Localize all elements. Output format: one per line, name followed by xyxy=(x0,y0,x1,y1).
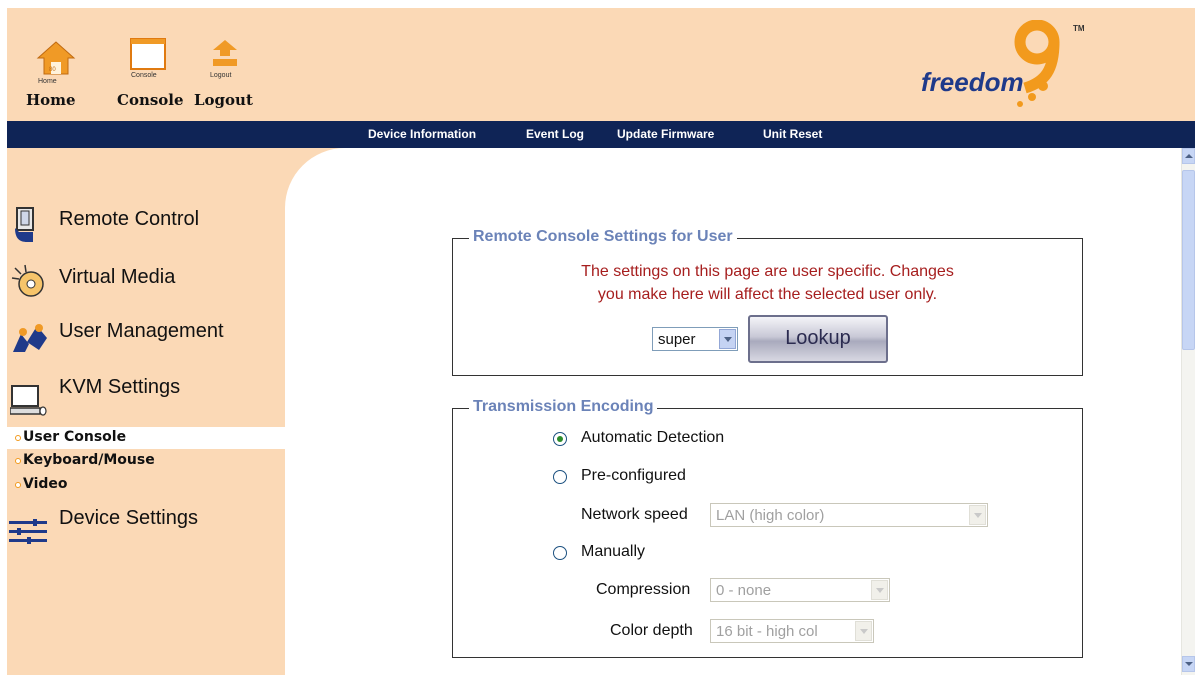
radio-pre-configured[interactable] xyxy=(553,470,567,484)
logout-arrow-icon xyxy=(213,40,237,66)
scroll-down-arrow-icon[interactable] xyxy=(1182,656,1195,672)
sidebar-item-label: Device Settings xyxy=(59,507,198,529)
house-icon: 80 xyxy=(36,41,76,75)
network-speed-value: LAN (high color) xyxy=(716,507,825,524)
logout-small-caption: Logout xyxy=(210,72,232,79)
sidebar-subitem-label: Keyboard/Mouse xyxy=(23,452,155,468)
logout-label: Logout xyxy=(194,91,253,109)
menu-update-firmware[interactable]: Update Firmware xyxy=(617,127,714,141)
user-select[interactable]: super xyxy=(652,327,738,351)
bullet-icon xyxy=(15,458,21,464)
sidebar-subitem-label: Video xyxy=(23,476,68,492)
sidebar-item-user-management[interactable]: User Management xyxy=(7,316,285,356)
menu-device-information[interactable]: Device Information xyxy=(368,127,476,141)
color-depth-select[interactable]: 16 bit - high col xyxy=(710,619,874,643)
freedom9-logo-icon xyxy=(1014,20,1060,107)
console-small-caption: Console xyxy=(131,72,157,79)
label-automatic-detection: Automatic Detection xyxy=(581,429,725,446)
scroll-thumb[interactable] xyxy=(1182,170,1195,350)
compression-value: 0 - none xyxy=(716,582,772,599)
svg-text:80: 80 xyxy=(49,67,56,73)
console-label: Console xyxy=(117,91,184,109)
chevron-down-icon[interactable] xyxy=(969,505,986,525)
cd-disc-icon xyxy=(11,264,44,297)
chevron-down-icon[interactable] xyxy=(871,580,888,600)
sidebar-item-remote-control[interactable]: Remote Control xyxy=(7,204,285,244)
user-select-value: super xyxy=(658,331,696,348)
menu-unit-reset[interactable]: Unit Reset xyxy=(763,127,822,141)
chevron-down-icon[interactable] xyxy=(719,329,736,349)
color-depth-value: 16 bit - high col xyxy=(716,623,818,640)
lookup-button[interactable]: Lookup xyxy=(748,315,888,363)
label-pre-configured: Pre-configured xyxy=(581,467,686,484)
radio-manually[interactable] xyxy=(553,546,567,560)
sidebar: Remote Control Virtual Media User Manage… xyxy=(7,148,285,675)
transmission-encoding-legend: Transmission Encoding xyxy=(469,398,658,416)
home-button[interactable]: 80 Home Home xyxy=(7,8,79,113)
logout-button[interactable]: Logout Logout xyxy=(193,8,263,113)
top-menu-bar: Device Information Event Log Update Firm… xyxy=(7,121,1195,148)
network-speed-label: Network speed xyxy=(581,506,688,523)
computer-icon xyxy=(10,385,47,416)
sidebar-item-virtual-media[interactable]: Virtual Media xyxy=(7,260,285,300)
user-specific-notice-line2: you make here will affect the selected u… xyxy=(597,286,938,303)
compression-select[interactable]: 0 - none xyxy=(710,578,890,602)
sidebar-item-label: Remote Control xyxy=(59,208,200,230)
home-label: Home xyxy=(26,91,76,109)
home-small-caption: Home xyxy=(38,78,57,85)
menu-event-log[interactable]: Event Log xyxy=(526,127,584,141)
settings-sliders-icon xyxy=(9,519,47,544)
remote-console-legend: Remote Console Settings for User xyxy=(469,228,737,246)
bullet-icon xyxy=(15,435,21,441)
sidebar-subitem-keyboard-mouse[interactable]: Keyboard/Mouse xyxy=(7,450,285,472)
bullet-icon xyxy=(15,482,21,488)
scroll-up-arrow-icon[interactable] xyxy=(1182,148,1195,164)
sidebar-item-device-settings[interactable]: Device Settings xyxy=(7,503,285,547)
vertical-scrollbar[interactable] xyxy=(1181,148,1195,675)
users-icon xyxy=(13,324,47,352)
console-button[interactable]: Console Console xyxy=(111,8,187,113)
console-window-icon xyxy=(130,38,166,70)
sidebar-item-kvm-settings[interactable]: KVM Settings xyxy=(7,370,285,420)
color-depth-label: Color depth xyxy=(610,622,693,639)
compression-label: Compression xyxy=(596,581,691,598)
sidebar-subitem-video[interactable]: Video xyxy=(7,474,285,496)
radio-automatic-detection[interactable] xyxy=(553,432,567,446)
sidebar-subitem-label: User Console xyxy=(23,429,127,445)
network-speed-select[interactable]: LAN (high color) xyxy=(710,503,988,527)
trademark-mark: TM xyxy=(1073,24,1085,33)
chevron-down-icon[interactable] xyxy=(855,621,872,641)
user-specific-notice-line1: The settings on this page are user speci… xyxy=(581,263,954,280)
sidebar-corner-curve xyxy=(285,148,405,268)
sidebar-item-label: KVM Settings xyxy=(59,376,181,398)
sidebar-subitem-user-console[interactable]: User Console xyxy=(7,427,285,449)
label-manually: Manually xyxy=(581,543,646,560)
header-bar: 80 Home Home Console Console Logout Logo… xyxy=(7,8,1195,121)
sidebar-item-label: User Management xyxy=(59,320,224,342)
hand-icon xyxy=(15,207,34,242)
sidebar-item-label: Virtual Media xyxy=(59,266,176,288)
